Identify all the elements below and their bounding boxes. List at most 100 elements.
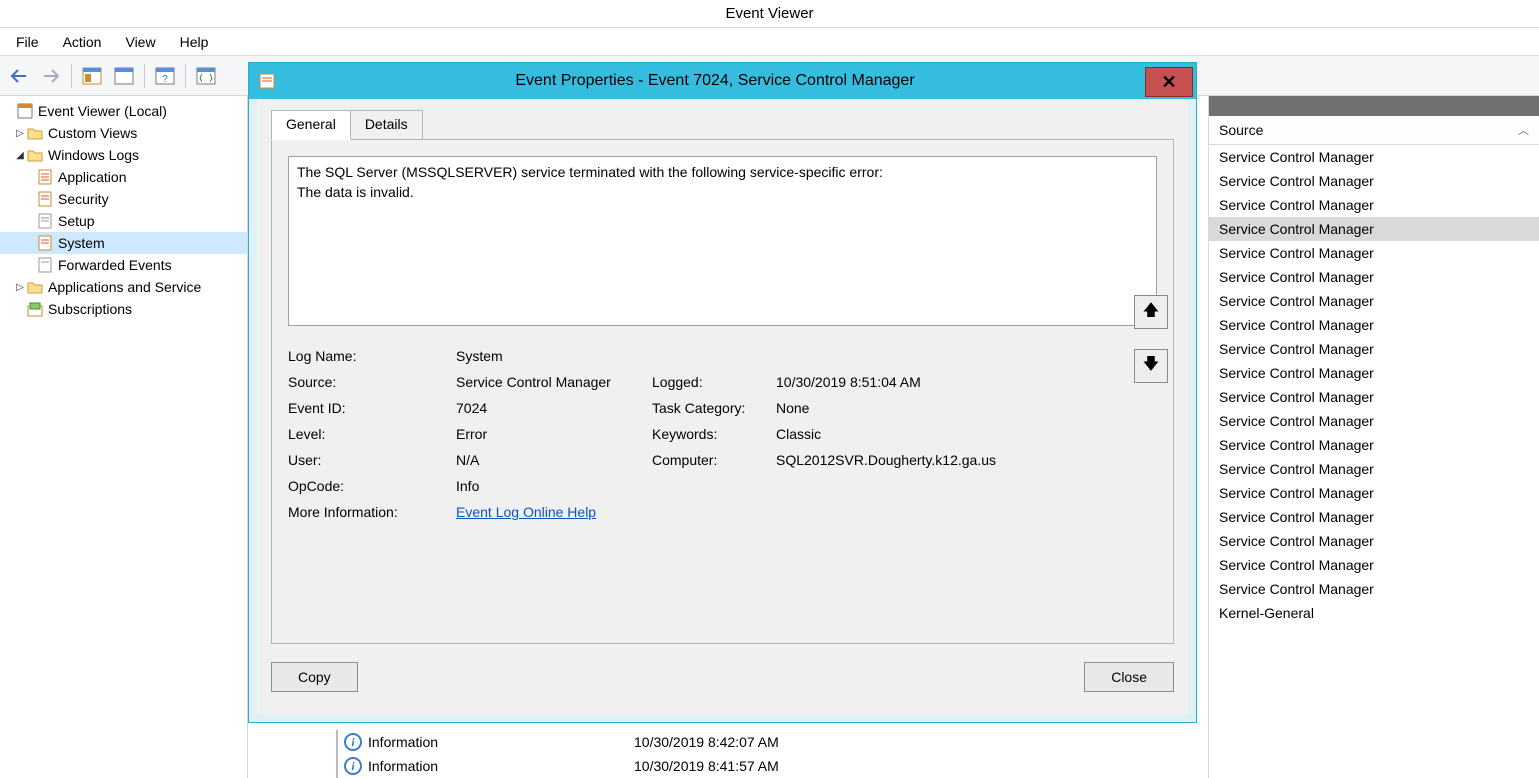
eventviewer-icon [16,102,34,120]
tab-details[interactable]: Details [350,110,423,140]
source-row[interactable]: Service Control Manager [1209,553,1539,577]
arrow-down-icon: 🡇 [1143,353,1159,380]
tree-label: Security [58,191,109,207]
source-row[interactable]: Service Control Manager [1209,505,1539,529]
prop-label-opcode: OpCode: [288,478,456,494]
find-button[interactable]: ? [150,61,180,91]
prop-value-logname: System [456,348,652,364]
prop-value-opcode: Info [456,478,652,494]
window-title: Event Viewer [725,5,813,22]
source-row[interactable]: Service Control Manager [1209,265,1539,289]
tree-system[interactable]: System [0,232,247,254]
tree-application[interactable]: Application [0,166,247,188]
prop-label-task: Task Category: [652,400,776,416]
prop-value-user: N/A [456,452,652,468]
event-nav-buttons: 🡅 🡇 [1134,295,1168,383]
properties-button[interactable] [109,61,139,91]
tab-general-pane: The SQL Server (MSSQLSERVER) service ter… [271,139,1174,644]
source-list[interactable]: Service Control ManagerService Control M… [1209,145,1539,778]
prev-event-button[interactable]: 🡅 [1134,295,1168,329]
source-row[interactable]: Service Control Manager [1209,361,1539,385]
expand-icon[interactable]: ▷ [14,282,26,293]
tree-label: Custom Views [48,125,137,141]
prop-label-user: User: [288,452,456,468]
panel-header-bar [1209,96,1539,116]
tree-subscriptions[interactable]: Subscriptions [0,298,247,320]
source-row[interactable]: Service Control Manager [1209,457,1539,481]
tree-label: Application [58,169,127,185]
arrow-right-icon [42,69,60,83]
tree-label: Subscriptions [48,301,132,317]
prop-value-logged: 10/30/2019 8:51:04 AM [776,374,921,390]
window-icon [114,67,134,85]
menu-view[interactable]: View [115,30,165,54]
event-row[interactable]: i Information 10/30/2019 8:41:57 AM [336,754,1204,778]
close-button[interactable]: Close [1084,662,1174,692]
navigation-tree[interactable]: Event Viewer (Local) ▷ Custom Views ◢ Wi… [0,96,248,778]
source-row[interactable]: Service Control Manager [1209,241,1539,265]
menu-file[interactable]: File [6,30,49,54]
svg-text:?: ? [162,74,168,85]
menubar: File Action View Help [0,28,1539,56]
prop-label-logged: Logged: [652,374,776,390]
dialog-titlebar[interactable]: Event Properties - Event 7024, Service C… [249,63,1196,99]
pane-split-icon [196,67,216,85]
column-header-label: Source [1219,122,1263,138]
arrow-up-icon: 🡅 [1143,299,1159,326]
menu-action[interactable]: Action [53,30,112,54]
tree-root[interactable]: Event Viewer (Local) [0,100,247,122]
tree-security[interactable]: Security [0,188,247,210]
prop-label-source: Source: [288,374,456,390]
prop-label-keywords: Keywords: [652,426,776,442]
source-row[interactable]: Service Control Manager [1209,385,1539,409]
question-icon: ? [155,67,175,85]
column-header-source[interactable]: Source ︿ [1209,116,1539,145]
source-row[interactable]: Service Control Manager [1209,169,1539,193]
prop-value-computer: SQL2012SVR.Dougherty.k12.ga.us [776,452,996,468]
source-row[interactable]: Service Control Manager [1209,409,1539,433]
log-icon [36,212,54,230]
dialog-close-button[interactable]: ✕ [1145,67,1193,97]
event-row[interactable]: i Information 10/30/2019 8:42:07 AM [336,730,1204,754]
source-row[interactable]: Service Control Manager [1209,481,1539,505]
source-row[interactable]: Service Control Manager [1209,217,1539,241]
scroll-up-icon[interactable]: ︿ [1518,122,1529,138]
prop-value-eventid: 7024 [456,400,652,416]
source-row[interactable]: Service Control Manager [1209,433,1539,457]
refresh-button[interactable] [191,61,221,91]
source-row[interactable]: Service Control Manager [1209,145,1539,169]
source-row[interactable]: Service Control Manager [1209,313,1539,337]
source-row[interactable]: Service Control Manager [1209,577,1539,601]
expand-icon[interactable]: ▷ [14,128,26,139]
back-button[interactable] [4,61,34,91]
tree-label: System [58,235,105,251]
prop-label-logname: Log Name: [288,348,456,364]
event-log-help-link[interactable]: Event Log Online Help [456,504,596,520]
event-message[interactable]: The SQL Server (MSSQLSERVER) service ter… [288,156,1157,326]
copy-button[interactable]: Copy [271,662,358,692]
tree-setup[interactable]: Setup [0,210,247,232]
event-list-tail: i Information 10/30/2019 8:42:07 AM i In… [248,730,1204,778]
source-row[interactable]: Service Control Manager [1209,193,1539,217]
source-row[interactable]: Service Control Manager [1209,289,1539,313]
menu-help[interactable]: Help [170,30,219,54]
tree-windows-logs[interactable]: ◢ Windows Logs [0,144,247,166]
source-row[interactable]: Service Control Manager [1209,337,1539,361]
source-panel: Source ︿ Service Control ManagerService … [1208,96,1539,778]
tab-general[interactable]: General [271,110,351,140]
tree-custom-views[interactable]: ▷ Custom Views [0,122,247,144]
log-icon [36,256,54,274]
log-icon [36,168,54,186]
window-titlebar: Event Viewer [0,0,1539,28]
next-event-button[interactable]: 🡇 [1134,349,1168,383]
collapse-icon[interactable]: ◢ [14,150,26,161]
forward-button[interactable] [36,61,66,91]
tree-apps-services[interactable]: ▷ Applications and Service [0,276,247,298]
show-hide-tree-button[interactable] [77,61,107,91]
folder-icon [26,124,44,142]
event-datetime: 10/30/2019 8:42:07 AM [634,734,904,750]
source-row[interactable]: Kernel-General [1209,601,1539,625]
source-row[interactable]: Service Control Manager [1209,529,1539,553]
tree-label: Setup [58,213,95,229]
tree-forwarded[interactable]: Forwarded Events [0,254,247,276]
